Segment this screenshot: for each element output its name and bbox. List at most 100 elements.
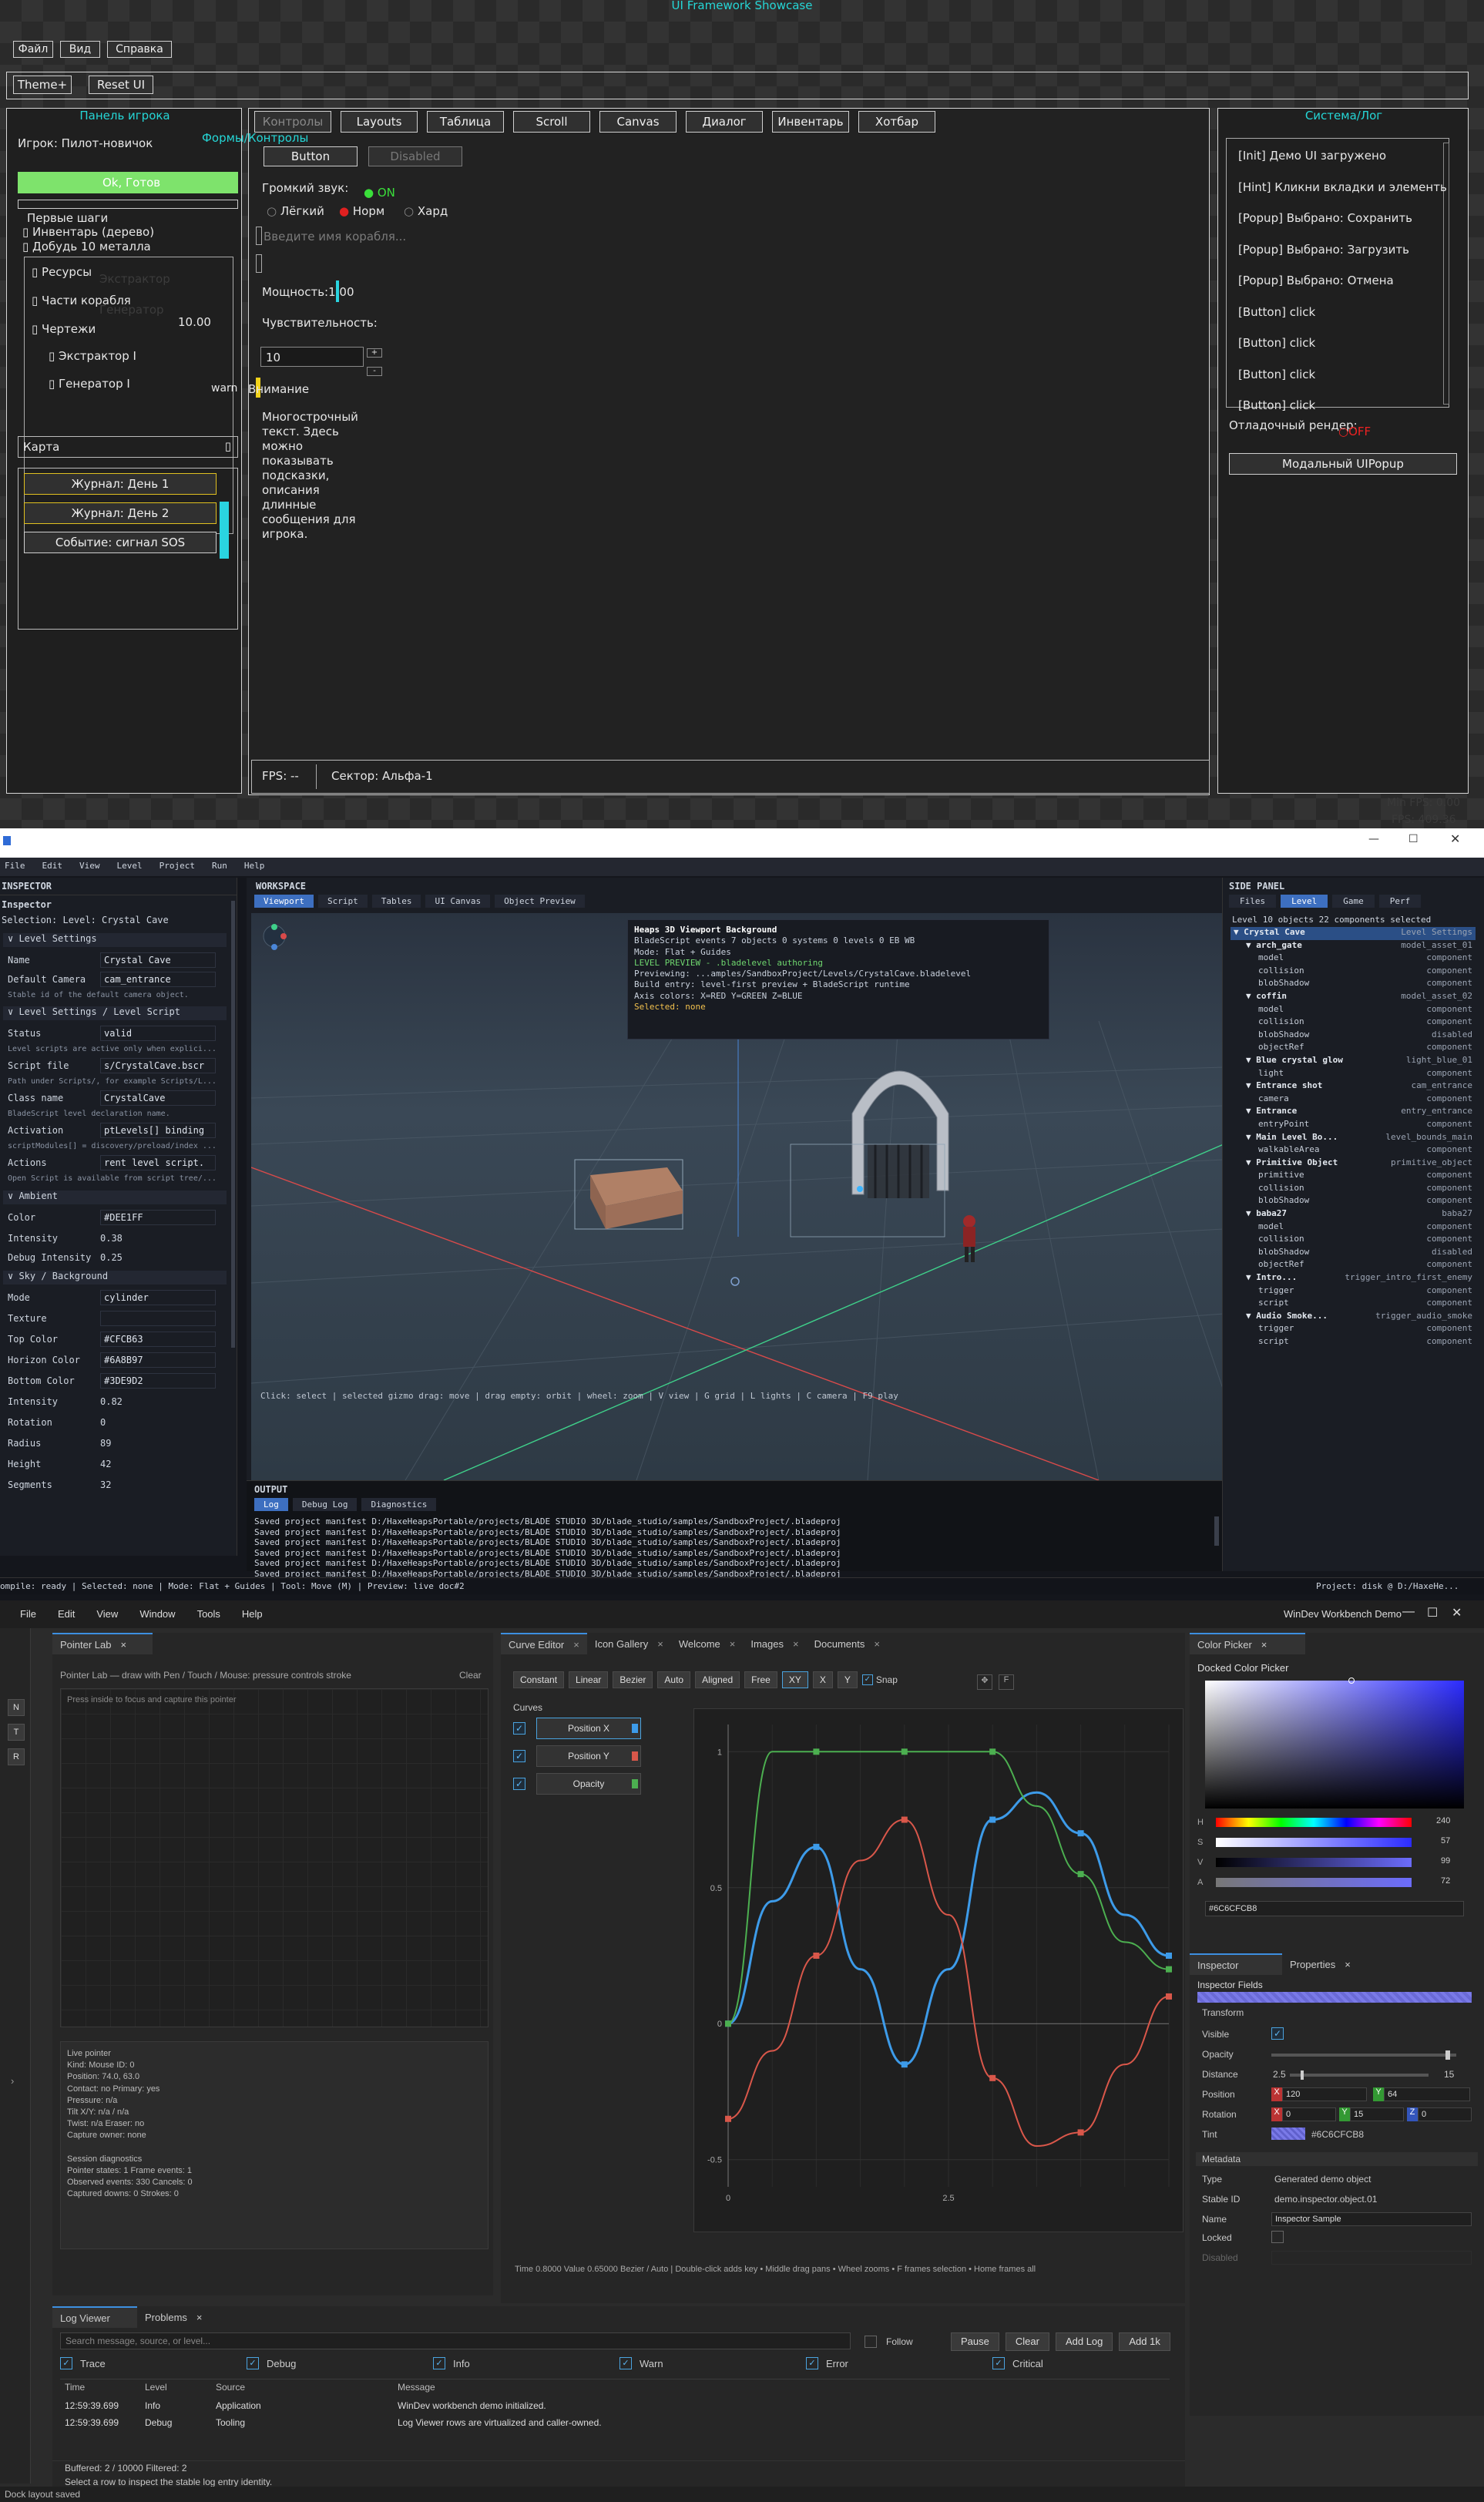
workspace-tab[interactable]: UI Canvas xyxy=(425,895,491,908)
distance-slider[interactable] xyxy=(1290,2070,1429,2080)
sv-handle[interactable] xyxy=(1348,1678,1355,1684)
tree-row[interactable]: ▼ coffin model_asset_02 xyxy=(1231,991,1476,1004)
tree-row[interactable]: ▼ Primitive Object primitive_object xyxy=(1231,1157,1476,1170)
debug-intensity-value[interactable]: 0.25 xyxy=(100,1252,123,1263)
class-field[interactable]: CrystalCave xyxy=(100,1090,216,1106)
maximize-icon[interactable]: ☐ xyxy=(1408,833,1419,845)
curve-tab[interactable]: Images × xyxy=(743,1633,806,1654)
log-search-input[interactable]: Search message, source, or level... xyxy=(60,2332,851,2349)
close-icon[interactable]: × xyxy=(121,1639,127,1651)
tree-extractor[interactable]: Экстрактор I xyxy=(59,349,136,363)
curve-key[interactable] xyxy=(813,1843,820,1850)
checkbox-icon[interactable]: ▯ xyxy=(32,265,42,279)
rail-t-button[interactable]: T xyxy=(8,1724,25,1741)
menu-view[interactable]: Вид xyxy=(60,41,100,58)
log-row[interactable]: 12:59:39.699 Debug Tooling Log Viewer rows … xyxy=(65,2416,1174,2433)
radio-icon[interactable]: ○ xyxy=(404,204,414,218)
tree-row[interactable]: objectRef component xyxy=(1231,1259,1476,1272)
tree-row[interactable]: ▼ Entrance entry_entrance xyxy=(1231,1106,1476,1119)
curve-key[interactable] xyxy=(1077,1830,1084,1837)
tree-row[interactable]: camera component xyxy=(1231,1093,1476,1107)
radio-easy[interactable]: Лёгкий xyxy=(280,204,324,218)
curve-row[interactable]: ✓ Position X xyxy=(513,1716,646,1744)
tab-table[interactable]: Таблица xyxy=(427,111,504,133)
tab-label[interactable]: Color Picker xyxy=(1197,1639,1252,1651)
curve-row[interactable]: ✓ Opacity xyxy=(513,1772,646,1799)
tab-label[interactable]: Pointer Lab xyxy=(60,1639,112,1651)
power-slider-thumb[interactable] xyxy=(336,280,339,302)
journal-day1-button[interactable]: Журнал: День 1 xyxy=(24,473,217,495)
close-icon[interactable]: × xyxy=(1345,1959,1351,1970)
tab-hotbar[interactable]: Хотбар xyxy=(858,111,935,133)
sos-event-button[interactable]: Событие: сигнал SOS xyxy=(24,532,217,553)
activation-field[interactable]: ptLevels[] binding xyxy=(100,1123,216,1138)
curve-key[interactable] xyxy=(989,1748,996,1755)
tree-row[interactable]: collision component xyxy=(1231,1234,1476,1247)
tree-row[interactable]: entryPoint component xyxy=(1231,1119,1476,1132)
tab-label[interactable]: Properties xyxy=(1290,1959,1335,1970)
curve-graph[interactable]: 1 0.5 0 -0.5 0 2.5 xyxy=(693,1708,1184,2232)
tree-row[interactable]: ▼ baba27 baba27 xyxy=(1231,1208,1476,1221)
curve-key[interactable] xyxy=(1166,1953,1172,1959)
tab-log-viewer[interactable]: Log Viewer xyxy=(52,2306,137,2328)
level-filter-debug[interactable]: ✓ Debug xyxy=(247,2357,296,2369)
menu-edit[interactable]: Edit xyxy=(58,1608,75,1620)
curve-checkbox[interactable]: ✓ xyxy=(513,1750,525,1762)
menu-run[interactable]: Run xyxy=(212,861,227,871)
checkbox-icon[interactable]: ▯ xyxy=(32,294,42,307)
menu-view[interactable]: View xyxy=(79,861,100,871)
curve-tab[interactable]: Icon Gallery × xyxy=(587,1633,671,1654)
level-filter-warn[interactable]: ✓ Warn xyxy=(619,2357,663,2369)
modal-popup-button[interactable]: Модальный UIPopup xyxy=(1229,453,1457,475)
segments-value[interactable]: 32 xyxy=(100,1479,111,1490)
curve-key[interactable] xyxy=(1077,1871,1084,1878)
tree-row[interactable]: ▼ Main Level Bo... level_bounds_main xyxy=(1231,1132,1476,1145)
name-field[interactable]: Inspector Sample xyxy=(1271,2212,1472,2226)
close-icon[interactable]: × xyxy=(874,1638,880,1650)
tree-row[interactable]: blobShadow disabled xyxy=(1231,1247,1476,1260)
output-tab[interactable]: Debug Log xyxy=(292,1498,358,1511)
camera-field[interactable]: cam_entrance xyxy=(100,972,216,987)
workspace-tab[interactable]: Viewport xyxy=(254,895,314,908)
tree-row[interactable]: model component xyxy=(1231,1004,1476,1017)
menu-help[interactable]: Help xyxy=(244,861,265,871)
tree-row[interactable]: ▼ Blue crystal glow light_blue_01 xyxy=(1231,1055,1476,1068)
curve-key[interactable] xyxy=(901,1816,908,1823)
button-demo[interactable]: Button xyxy=(264,146,358,166)
position-x-field[interactable]: 120 xyxy=(1282,2087,1367,2101)
curve-checkbox[interactable]: ✓ xyxy=(513,1778,525,1790)
position-y-field[interactable]: 64 xyxy=(1384,2087,1470,2101)
journal-day2-button[interactable]: Журнал: День 2 xyxy=(24,502,217,524)
curve-tab[interactable]: Documents × xyxy=(807,1633,888,1654)
inspector-scrollbar[interactable] xyxy=(231,901,235,1348)
tab-label[interactable]: Problems xyxy=(145,2312,187,2323)
menu-help[interactable]: Справка xyxy=(107,41,172,58)
rotation-y-field[interactable]: 15 xyxy=(1350,2107,1404,2121)
color-field[interactable]: #DEE1FF xyxy=(100,1210,216,1225)
chevron-down-icon[interactable]: ∨ xyxy=(8,933,18,944)
status-field[interactable]: valid xyxy=(100,1026,216,1041)
rotation-value[interactable]: 0 xyxy=(100,1417,106,1428)
rotation-x-field[interactable]: 0 xyxy=(1282,2107,1336,2121)
log-add-log-button[interactable]: Add Log xyxy=(1055,2332,1113,2351)
actions-field[interactable]: rent level script. xyxy=(100,1155,216,1170)
journal-scrollbar[interactable] xyxy=(220,502,229,559)
map-dropdown[interactable]: Карта ▯ xyxy=(18,436,238,458)
tree-row[interactable]: ▼ Entrance shot cam_entrance xyxy=(1231,1080,1476,1093)
tree-row[interactable]: ▼ Intro... trigger_intro_first_enemy xyxy=(1231,1272,1476,1285)
tree-row[interactable]: trigger component xyxy=(1231,1285,1476,1298)
curve-key[interactable] xyxy=(813,1748,820,1755)
checkbox-icon[interactable]: ▯ xyxy=(32,322,42,336)
tree-inventory[interactable]: Инвентарь (дерево) xyxy=(32,225,154,239)
side-tab[interactable]: Perf xyxy=(1378,895,1422,908)
curve-tool-button[interactable]: Aligned xyxy=(695,1671,740,1688)
curve-name[interactable]: Position Y xyxy=(536,1745,641,1767)
close-icon[interactable]: × xyxy=(196,2312,203,2323)
tree-row[interactable]: blobShadow component xyxy=(1231,978,1476,991)
spin-down-icon[interactable]: - xyxy=(367,367,382,376)
curve-tool-button[interactable]: XY xyxy=(781,1671,808,1688)
radio-icon[interactable]: ● xyxy=(339,204,349,218)
tree-row[interactable]: script component xyxy=(1231,1336,1476,1349)
workspace-tab[interactable]: Script xyxy=(317,895,368,908)
close-icon[interactable]: × xyxy=(793,1638,799,1650)
